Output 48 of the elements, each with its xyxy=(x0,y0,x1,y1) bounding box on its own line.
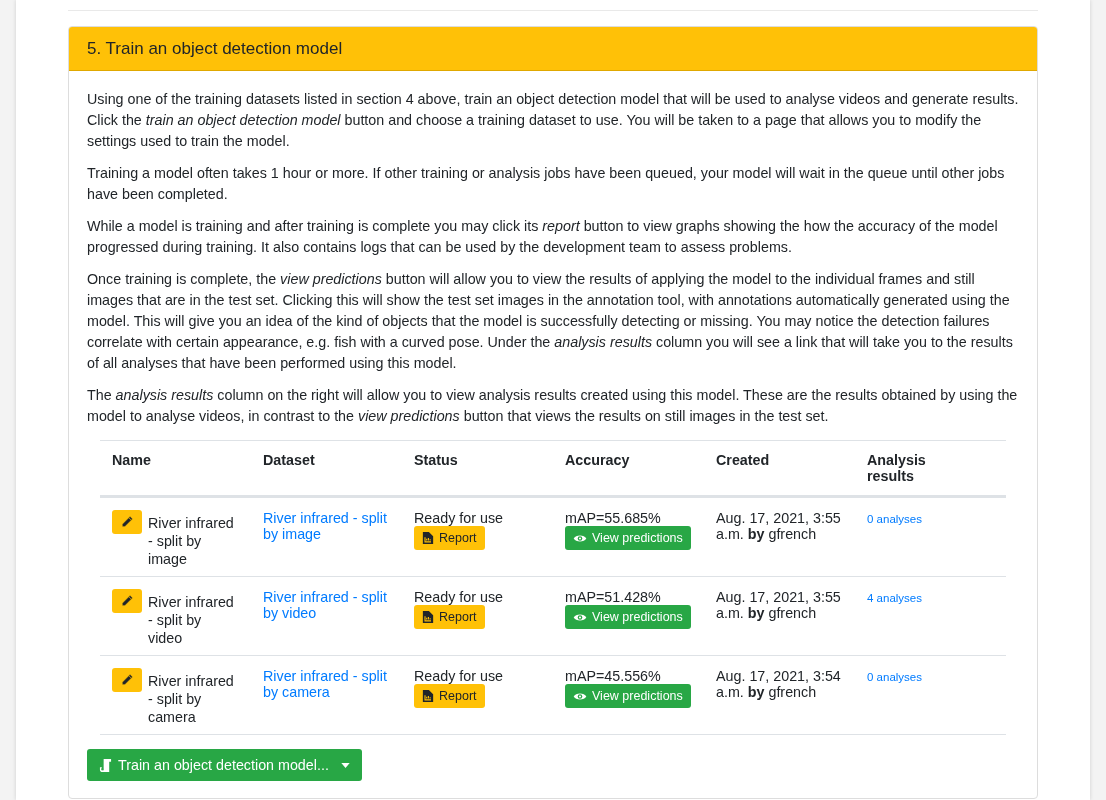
analyses-link[interactable]: 0 analyses xyxy=(867,671,922,683)
edit-button[interactable] xyxy=(112,510,142,534)
view-predictions-button[interactable]: View predictions xyxy=(565,684,691,708)
dataset-link[interactable]: River infrared - split by video xyxy=(263,589,390,621)
document-icon xyxy=(422,531,434,545)
model-name: River infrared - split by image xyxy=(148,514,235,568)
column-header: Name xyxy=(112,452,151,468)
paragraph: Using one of the training datasets listed in section 4 above, train an object detection model that will be used to analyse videos and generate results. Click the train an object detection model button and choose a training dataset to use. You will be taken to a page that allows you to modify the settings used to train the model. xyxy=(87,90,1019,151)
edit-button[interactable] xyxy=(112,668,142,692)
view-predictions-button[interactable]: View predictions xyxy=(565,605,691,629)
section-title: 5. Train an object detection model xyxy=(87,38,344,59)
report-button[interactable]: Report xyxy=(414,526,485,550)
view-predictions-button[interactable]: View predictions xyxy=(565,526,691,550)
analyses-link[interactable]: 4 analyses xyxy=(867,592,922,604)
column-header: Accuracy xyxy=(565,452,630,468)
paragraph: While a model is training and after training is complete you may click its report button to view graphs showing the how the accuracy of the model progressed during training. It also contains logs that can be used by the development team to assess problems. xyxy=(87,217,999,257)
column-header: Created xyxy=(716,452,770,468)
status-text: Ready for use xyxy=(414,668,504,684)
model-name: River infrared - split by video xyxy=(148,593,235,647)
column-header: Status xyxy=(414,452,458,468)
document-icon xyxy=(422,689,434,703)
accuracy-text: mAP=51.428% xyxy=(565,589,662,605)
created-text: Aug. 17, 2021, 3:54 a.m. by gfrench xyxy=(716,668,842,700)
pencil-icon xyxy=(120,673,134,687)
model-name: River infrared - split by camera xyxy=(148,672,235,726)
dataset-link[interactable]: River infrared - split by image xyxy=(263,510,390,542)
report-button[interactable]: Report xyxy=(414,684,485,708)
train-model-button[interactable]: Train an object detection model... xyxy=(87,749,362,781)
dataset-link[interactable]: River infrared - split by camera xyxy=(263,668,390,700)
accuracy-text: mAP=45.556% xyxy=(565,668,662,684)
status-text: Ready for use xyxy=(414,510,504,526)
pencil-icon xyxy=(120,594,134,608)
paragraph: The analysis results column on the right will allow you to view analysis results created using this model. These are the results obtained by using the model to analyse videos, in contrast to the view predictions button that views the results on still images in the test set. xyxy=(87,386,1019,426)
caret-icon xyxy=(340,762,350,768)
analyses-link[interactable]: 0 analyses xyxy=(867,513,922,525)
report-button[interactable]: Report xyxy=(414,605,485,629)
edit-button[interactable] xyxy=(112,589,142,613)
scroll-icon xyxy=(99,757,112,773)
accuracy-text: mAP=55.685% xyxy=(565,510,662,526)
document-icon xyxy=(422,610,434,624)
created-text: Aug. 17, 2021, 3:55 a.m. by gfrench xyxy=(716,589,842,621)
status-text: Ready for use xyxy=(414,589,504,605)
pencil-icon xyxy=(120,515,134,529)
column-header: Dataset xyxy=(263,452,315,468)
paragraph: Once training is complete, the view predictions button will allow you to view the results of applying the model to the individual frames and still images that are in the test set. Clicking this will show the test set images in the annotation tool, with annotations automatically generated using the model. This will give you an idea of the kind of objects that the model is successfully detecting or missing. You may notice the detection failures correlate with certain appearance, e.g. fish with a curved pose. Under the analysis results column you will see a link that will take you to the results of all analyses that have been performed using this model. xyxy=(87,270,1014,373)
paragraph: Training a model often takes 1 hour or more. If other training or analysis jobs have been queued, your model will wait in the queue until other jobs have been completed. xyxy=(87,164,1006,204)
column-header: Analysis results xyxy=(867,452,927,484)
created-text: Aug. 17, 2021, 3:55 a.m. by gfrench xyxy=(716,510,842,542)
